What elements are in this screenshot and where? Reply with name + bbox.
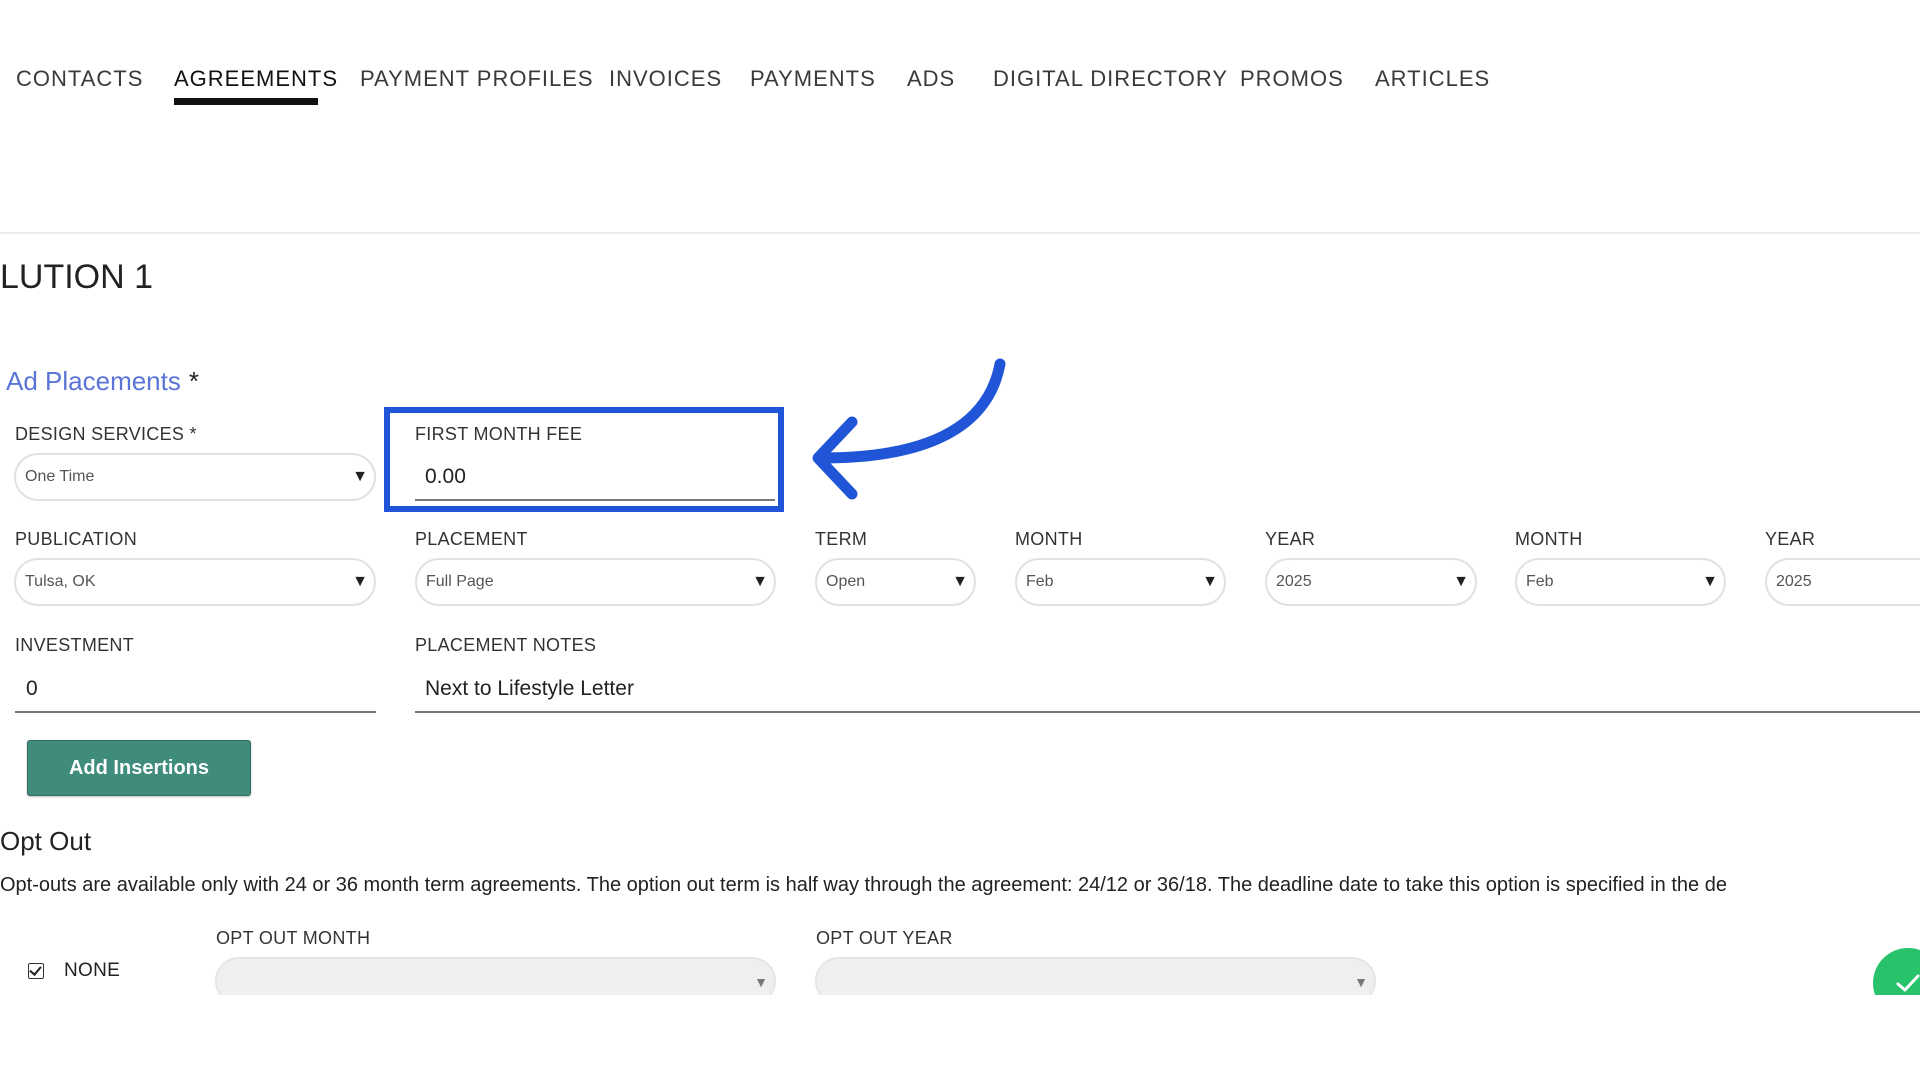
placement-select[interactable]: Full Page ▼ [415, 558, 776, 606]
highlight-box [384, 407, 784, 512]
start-year-value: 2025 [1276, 573, 1312, 590]
design-services-value: One Time [25, 468, 95, 485]
end-month-value: Feb [1526, 573, 1554, 590]
tab-agreements[interactable]: AGREEMENTS [174, 66, 338, 92]
term-label: TERM [815, 529, 868, 549]
start-year-select[interactable]: 2025 ▼ [1265, 558, 1477, 606]
opt-out-month-label: OPT OUT MONTH [216, 928, 371, 948]
placement-value: Full Page [426, 573, 494, 590]
page-title: LUTION 1 [0, 258, 154, 296]
end-month-label: MONTH [1515, 529, 1583, 549]
investment-value: 0 [26, 677, 38, 700]
start-month-label: MONTH [1015, 529, 1083, 549]
opt-out-none-option[interactable]: NONE [28, 960, 120, 982]
tab-articles[interactable]: ARTICLES [1375, 66, 1490, 92]
tab-invoices[interactable]: INVOICES [609, 66, 722, 92]
checkmark-icon [1896, 974, 1920, 992]
caret-down-icon: ▼ [1702, 573, 1718, 590]
design-services-select[interactable]: One Time ▼ [14, 453, 376, 501]
opt-out-description: Opt-outs are available only with 24 or 3… [0, 874, 1727, 896]
required-mark: * [188, 366, 199, 396]
screen: CONTACTS AGREEMENTS PAYMENT PROFILES INV… [0, 0, 1920, 1080]
design-services-label: DESIGN SERVICES * [15, 424, 197, 444]
opt-out-none-label: NONE [64, 960, 121, 981]
placement-label: PLACEMENT [415, 529, 528, 549]
end-year-value: 2025 [1776, 573, 1812, 590]
caret-down-icon: ▼ [1354, 974, 1368, 990]
opt-out-heading: Opt Out [0, 826, 92, 856]
ad-placements-heading: Ad Placements * [6, 366, 199, 397]
publication-label: PUBLICATION [15, 529, 137, 549]
start-month-select[interactable]: Feb ▼ [1015, 558, 1226, 606]
publication-value: Tulsa, OK [25, 573, 96, 590]
curved-arrow-icon [812, 358, 1006, 500]
publication-select[interactable]: Tulsa, OK ▼ [14, 558, 376, 606]
end-year-label: YEAR [1765, 529, 1816, 549]
tab-payment-profiles[interactable]: PAYMENT PROFILES [360, 66, 594, 92]
end-year-select[interactable]: 2025 [1765, 558, 1920, 606]
ad-placements-label: Ad Placements [6, 366, 181, 396]
caret-down-icon: ▼ [754, 974, 768, 990]
tab-promos[interactable]: PROMOS [1240, 66, 1344, 92]
bottom-whitespace [0, 995, 1920, 1080]
add-insertions-button[interactable]: Add Insertions [27, 740, 251, 796]
term-value: Open [826, 573, 866, 590]
placement-notes-input[interactable]: Next to Lifestyle Letter [415, 667, 1920, 713]
header-divider [0, 232, 1920, 234]
investment-input[interactable]: 0 [15, 667, 376, 713]
caret-down-icon: ▼ [352, 468, 368, 485]
caret-down-icon: ▼ [1453, 573, 1469, 590]
start-year-label: YEAR [1265, 529, 1316, 549]
caret-down-icon: ▼ [952, 573, 968, 590]
investment-label: INVESTMENT [15, 635, 135, 655]
tab-payments[interactable]: PAYMENTS [750, 66, 876, 92]
start-month-value: Feb [1026, 573, 1054, 590]
placement-notes-value: Next to Lifestyle Letter [425, 677, 634, 700]
tab-ads[interactable]: ADS [907, 66, 955, 92]
term-select[interactable]: Open ▼ [815, 558, 976, 606]
caret-down-icon: ▼ [752, 573, 768, 590]
top-nav: CONTACTS AGREEMENTS PAYMENT PROFILES INV… [0, 0, 1920, 110]
tab-contacts[interactable]: CONTACTS [16, 66, 143, 92]
caret-down-icon: ▼ [1202, 573, 1218, 590]
opt-out-year-label: OPT OUT YEAR [816, 928, 953, 948]
tab-digital-directory[interactable]: DIGITAL DIRECTORY [993, 66, 1228, 92]
checkbox-checked-icon[interactable] [28, 963, 44, 979]
active-tab-indicator [174, 98, 318, 105]
end-month-select[interactable]: Feb ▼ [1515, 558, 1726, 606]
placement-notes-label: PLACEMENT NOTES [415, 635, 597, 655]
caret-down-icon: ▼ [352, 573, 368, 590]
